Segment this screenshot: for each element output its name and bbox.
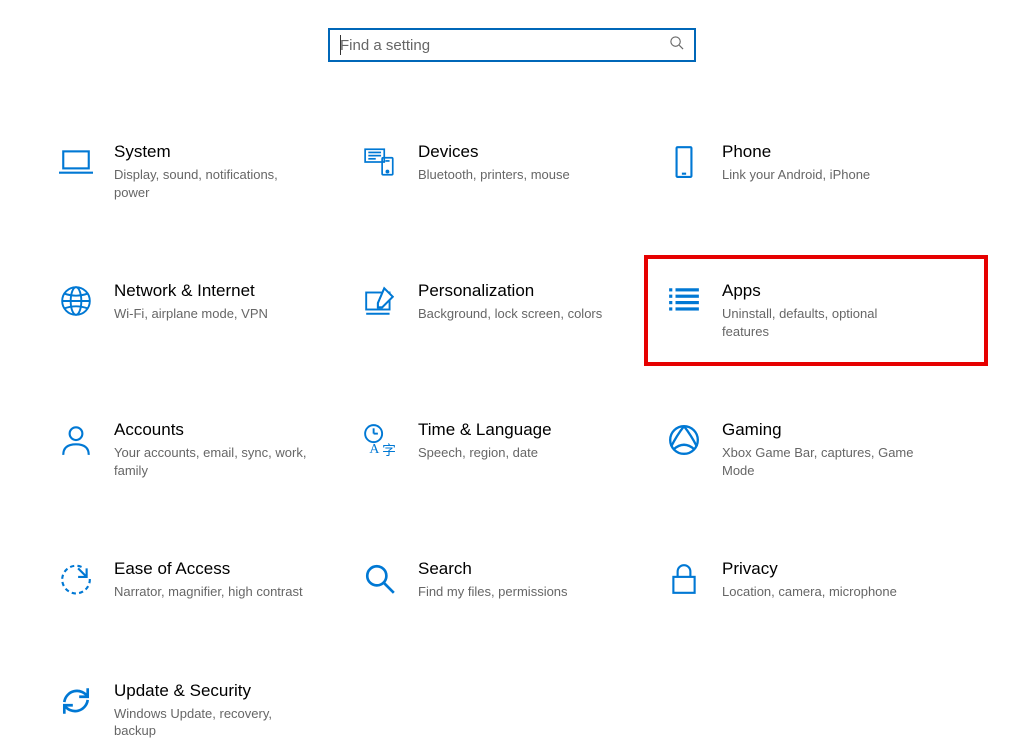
search-box[interactable] <box>328 28 696 62</box>
tile-title: Apps <box>722 281 922 301</box>
phone-icon <box>666 144 702 180</box>
tile-desc: Xbox Game Bar, captures, Game Mode <box>722 444 922 479</box>
tile-text: Phone Link your Android, iPhone <box>722 142 870 184</box>
tile-desc: Narrator, magnifier, high contrast <box>114 583 303 601</box>
tile-title: System <box>114 142 314 162</box>
tile-title: Phone <box>722 142 870 162</box>
search-category-icon <box>362 561 398 597</box>
tile-desc: Display, sound, notifications, power <box>114 166 314 201</box>
search-container <box>0 0 1024 82</box>
tile-phone[interactable]: Phone Link your Android, iPhone <box>666 138 966 205</box>
tile-desc: Windows Update, recovery, backup <box>114 705 314 740</box>
tile-desc: Link your Android, iPhone <box>722 166 870 184</box>
tile-desc: Bluetooth, printers, mouse <box>418 166 570 184</box>
tile-desc: Wi-Fi, airplane mode, VPN <box>114 305 268 323</box>
tile-gaming[interactable]: Gaming Xbox Game Bar, captures, Game Mod… <box>666 416 966 483</box>
tile-text: Update & Security Windows Update, recove… <box>114 681 314 740</box>
tile-desc: Location, camera, microphone <box>722 583 897 601</box>
tile-text: System Display, sound, notifications, po… <box>114 142 314 201</box>
ease-of-access-icon <box>58 561 94 597</box>
tile-time-language[interactable]: A 字 Time & Language Speech, region, date <box>362 416 662 483</box>
personalization-icon <box>362 283 398 319</box>
tile-text: Ease of Access Narrator, magnifier, high… <box>114 559 303 601</box>
tile-desc: Find my files, permissions <box>418 583 568 601</box>
tile-desc: Background, lock screen, colors <box>418 305 602 323</box>
tile-devices[interactable]: Devices Bluetooth, printers, mouse <box>362 138 662 205</box>
update-icon <box>58 683 94 719</box>
tile-accounts[interactable]: Accounts Your accounts, email, sync, wor… <box>58 416 358 483</box>
tile-title: Search <box>418 559 568 579</box>
accounts-icon <box>58 422 94 458</box>
tile-title: Time & Language <box>418 420 552 440</box>
settings-grid: System Display, sound, notifications, po… <box>0 82 1024 744</box>
tile-title: Update & Security <box>114 681 314 701</box>
tile-text: Search Find my files, permissions <box>418 559 568 601</box>
tile-title: Network & Internet <box>114 281 268 301</box>
text-caret <box>340 35 341 55</box>
svg-text:字: 字 <box>382 443 396 457</box>
tile-desc: Uninstall, defaults, optional features <box>722 305 922 340</box>
lock-icon <box>666 561 702 597</box>
globe-icon <box>58 283 94 319</box>
tile-personalization[interactable]: Personalization Background, lock screen,… <box>362 277 662 344</box>
devices-icon <box>362 144 398 180</box>
tile-desc: Speech, region, date <box>418 444 552 462</box>
tile-text: Privacy Location, camera, microphone <box>722 559 897 601</box>
tile-text: Time & Language Speech, region, date <box>418 420 552 462</box>
tile-text: Accounts Your accounts, email, sync, wor… <box>114 420 314 479</box>
tile-title: Ease of Access <box>114 559 303 579</box>
search-icon <box>669 35 684 55</box>
system-icon <box>58 144 94 180</box>
tile-search[interactable]: Search Find my files, permissions <box>362 555 662 605</box>
tile-text: Gaming Xbox Game Bar, captures, Game Mod… <box>722 420 922 479</box>
gaming-icon <box>666 422 702 458</box>
tile-apps[interactable]: Apps Uninstall, defaults, optional featu… <box>666 277 966 344</box>
tile-title: Privacy <box>722 559 897 579</box>
tile-text: Devices Bluetooth, printers, mouse <box>418 142 570 184</box>
tile-desc: Your accounts, email, sync, work, family <box>114 444 314 479</box>
tile-text: Network & Internet Wi-Fi, airplane mode,… <box>114 281 268 323</box>
tile-title: Gaming <box>722 420 922 440</box>
tile-privacy[interactable]: Privacy Location, camera, microphone <box>666 555 966 605</box>
apps-icon <box>666 283 702 319</box>
search-input[interactable] <box>340 37 669 54</box>
svg-text:A: A <box>369 441 379 456</box>
tile-title: Personalization <box>418 281 602 301</box>
tile-system[interactable]: System Display, sound, notifications, po… <box>58 138 358 205</box>
tile-title: Accounts <box>114 420 314 440</box>
tile-ease-of-access[interactable]: Ease of Access Narrator, magnifier, high… <box>58 555 358 605</box>
tile-title: Devices <box>418 142 570 162</box>
tile-text: Personalization Background, lock screen,… <box>418 281 602 323</box>
tile-network[interactable]: Network & Internet Wi-Fi, airplane mode,… <box>58 277 358 344</box>
time-language-icon: A 字 <box>362 422 398 458</box>
tile-text: Apps Uninstall, defaults, optional featu… <box>722 281 922 340</box>
